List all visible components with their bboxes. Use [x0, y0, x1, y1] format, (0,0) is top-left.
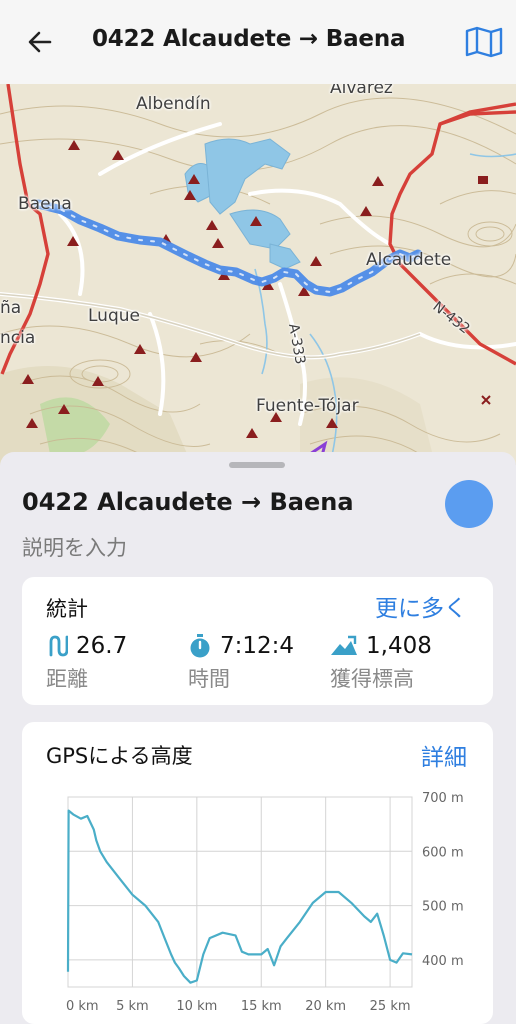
arrow-left-icon: [28, 31, 52, 53]
chart-y-tick-label: 700 m: [422, 791, 464, 806]
map-label-ana: ña: [0, 298, 22, 318]
statistics-card: 統計 更に多く 26.7 距離 7:12:4 時間 1,408 獲得標高: [22, 577, 493, 705]
ascent-label: 獲得標高: [330, 667, 414, 691]
time-stat: 7:12:4 時間: [188, 633, 294, 693]
ascent-icon: [330, 635, 358, 657]
elevation-profile-line: [66, 809, 413, 984]
statistics-heading: 統計: [46, 597, 88, 621]
map-label-fuente-tojar: Fuente-Tójar: [256, 396, 359, 416]
chart-x-tick-label: 0 km: [66, 999, 99, 1014]
time-value: 7:12:4: [220, 633, 295, 659]
chart-plot-frame: [67, 796, 413, 988]
chart-x-tick-label: 25 km: [370, 999, 411, 1014]
distance-stat: 26.7 距離: [46, 633, 127, 693]
map-label-ancia: ncia: [0, 328, 36, 348]
chart-x-tick-label: 10 km: [176, 999, 217, 1014]
chart-y-tick-label: 600 m: [422, 845, 464, 860]
route-distance-icon: [46, 634, 68, 658]
chart-x-tick-label: 20 km: [305, 999, 346, 1014]
map-label-alvarez: Álvarez: [330, 84, 393, 98]
ascent-stat: 1,408 獲得標高: [330, 633, 432, 693]
map-label-luque: Luque: [88, 306, 140, 326]
map-view[interactable]: Álvarez Albendín Baena Alcaudete Luque F…: [0, 84, 516, 484]
elevation-chart[interactable]: 0 km 5 km 10 km 15 km 20 km 25 km 400 m 500 m 60…: [22, 722, 493, 1024]
distance-label: 距離: [46, 667, 88, 691]
map-label-alcaudete: Alcaudete: [366, 250, 452, 270]
page-title: 0422 Alcaudete → Baena: [92, 26, 406, 52]
more-link[interactable]: 更に多く: [375, 589, 467, 623]
stopwatch-icon: [188, 634, 212, 658]
back-button[interactable]: [22, 24, 58, 60]
track-details-sheet: 0422 Alcaudete → Baena 説明を入力 統計 更に多く 26.…: [0, 452, 516, 1024]
drag-handle[interactable]: [229, 462, 285, 468]
top-app-bar: 0422 Alcaudete → Baena: [0, 0, 516, 84]
map-label-baena: Baena: [18, 194, 72, 214]
ascent-value: 1,408: [366, 633, 432, 659]
distance-value: 26.7: [76, 633, 128, 659]
chart-y-tick-label: 400 m: [422, 954, 464, 969]
topographic-map: [0, 84, 516, 484]
elevation-card: GPSによる高度 詳細 0 km 5 km 10 km 15 km 20 km 25 km…: [22, 722, 493, 1024]
chart-x-tick-label: 5 km: [116, 999, 149, 1014]
chart-y-tick-label: 500 m: [422, 900, 464, 915]
track-color-button[interactable]: [445, 480, 493, 528]
description-input[interactable]: 説明を入力: [22, 532, 127, 562]
map-view-button[interactable]: [462, 22, 506, 62]
map-label-albendin: Albendín: [136, 94, 211, 114]
chart-x-tick-label: 15 km: [241, 999, 282, 1014]
track-title: 0422 Alcaudete → Baena: [22, 488, 354, 516]
time-label: 時間: [188, 667, 230, 691]
folded-map-icon: [465, 26, 503, 58]
